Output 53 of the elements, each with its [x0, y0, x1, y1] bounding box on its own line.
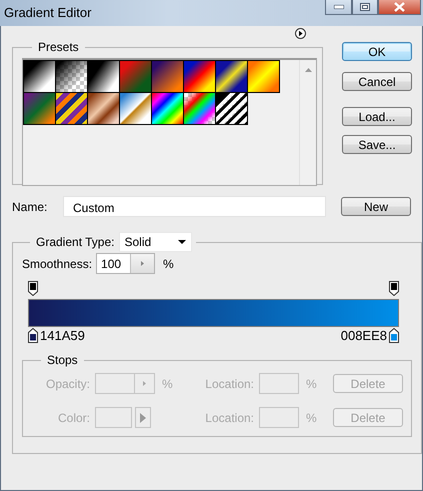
gradient-swatch[interactable] [215, 60, 248, 93]
percent-label: % [163, 256, 174, 270]
gradient-swatch[interactable] [55, 92, 88, 125]
caret-icon [178, 240, 186, 244]
group-label: Presets [37, 40, 80, 54]
color-code-label: 008EE8 [340, 328, 387, 343]
gradient-swatch[interactable] [151, 92, 184, 125]
percent-label: % [305, 376, 318, 390]
gradient-swatch[interactable] [215, 92, 248, 125]
gradient-swatch[interactable] [183, 92, 216, 125]
gradient-swatch[interactable] [183, 60, 216, 93]
gradient-swatch[interactable] [23, 92, 56, 125]
smoothness-label: Smoothness: [22, 256, 92, 270]
gradient-type-label: Gradient Type: [36, 235, 114, 249]
maximize-button[interactable] [352, 0, 378, 15]
minimize-button[interactable] [325, 0, 352, 15]
color-label: Color: [56, 410, 91, 424]
arrow-icon [140, 412, 146, 422]
close-button[interactable] [378, 0, 421, 15]
close-icon [394, 2, 405, 12]
window-title: Gradient Editor [3, 4, 92, 20]
minimize-icon [334, 5, 344, 9]
gradient-type-dropdown[interactable]: Solid [118, 232, 192, 252]
gradient-swatch[interactable] [23, 60, 56, 93]
arrow-icon [143, 381, 146, 386]
opacity-stop-icon[interactable] [389, 281, 399, 296]
gradient-swatch[interactable] [247, 60, 280, 93]
name-label: Name: [12, 200, 48, 214]
percent-label: % [305, 410, 318, 424]
gradient-swatch[interactable] [87, 92, 120, 125]
gradient-swatch[interactable] [55, 60, 88, 93]
opacity-label: Opacity: [44, 376, 91, 390]
menu-arrow-icon[interactable] [294, 28, 307, 39]
ok-button[interactable]: OK [342, 42, 412, 61]
location-label: Location: [204, 410, 255, 424]
load-button[interactable]: Load... [342, 107, 412, 126]
name-field[interactable]: Custom [63, 196, 326, 217]
maximize-icon [360, 3, 370, 11]
save-button[interactable]: Save... [342, 135, 412, 154]
opacity-stop-icon[interactable] [28, 281, 38, 296]
gradient-swatch[interactable] [87, 60, 120, 93]
group-label: Stops [46, 353, 79, 367]
color-stop-icon[interactable] [389, 328, 399, 343]
color-stop-icon[interactable] [28, 328, 38, 343]
gradient-swatch[interactable] [151, 60, 184, 93]
gradient-swatch[interactable] [119, 92, 152, 125]
new-button[interactable]: New [341, 197, 411, 216]
location-label: Location: [204, 376, 255, 390]
cancel-button[interactable]: Cancel [342, 72, 412, 91]
percent-label: % [161, 376, 174, 390]
color-code-label: 141A59 [40, 328, 85, 343]
gradient-swatch[interactable] [119, 60, 152, 93]
gradient-bar[interactable] [28, 299, 399, 327]
